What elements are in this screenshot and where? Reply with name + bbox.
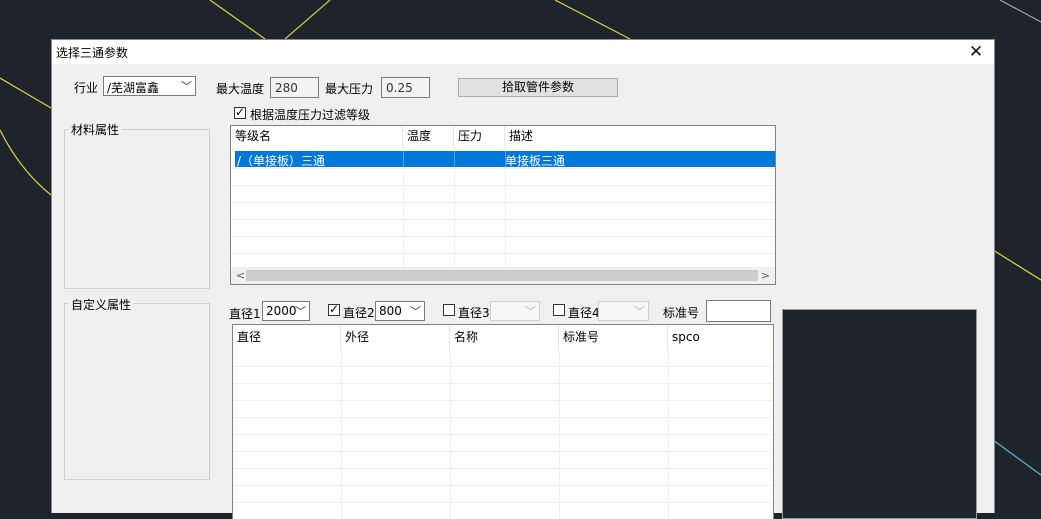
custom-properties-title: 自定义属性	[68, 296, 135, 313]
scroll-right-icon[interactable]: >	[761, 267, 770, 284]
filter-by-temp-pressure-label: 根据温度压力过滤等级	[250, 108, 371, 122]
preview-canvas	[782, 309, 977, 519]
grade-col-temp[interactable]: 温度	[403, 126, 454, 146]
pick-fitting-params-button[interactable]: 拾取管件参数	[458, 78, 618, 97]
diameter4-label: 直径4	[568, 306, 600, 320]
title-bar: 选择三通参数 ✕	[52, 40, 994, 64]
custom-properties-group	[64, 303, 210, 480]
grade-table[interactable]: 等级名 温度 压力 描述 /（单接板）三通 单接板三通 < >	[230, 125, 776, 285]
scroll-thumb[interactable]	[246, 270, 758, 281]
grade-col-name[interactable]: 等级名	[231, 126, 403, 146]
diameter4-select[interactable]: ﹀	[598, 301, 649, 321]
material-properties-group	[64, 129, 210, 289]
part-col-outer-diameter[interactable]: 外径	[341, 325, 450, 351]
standard-number-label: 标准号	[663, 306, 700, 320]
filter-by-temp-pressure-checkbox[interactable]: ✓	[234, 105, 246, 119]
dialog-title: 选择三通参数	[56, 46, 129, 60]
grade-name-cell: /（单接板）三通	[237, 154, 326, 168]
industry-label: 行业	[74, 81, 99, 95]
max-temp-input[interactable]: 280	[270, 77, 319, 98]
max-pressure-label: 最大压力	[325, 82, 374, 96]
industry-value: /芜湖富鑫	[107, 81, 160, 95]
diameter3-checkbox[interactable]	[443, 304, 455, 316]
max-pressure-input[interactable]: 0.25	[381, 77, 430, 98]
check-icon: ✓	[329, 302, 340, 316]
grade-col-pressure[interactable]: 压力	[454, 126, 505, 146]
diameter1-label: 直径1	[229, 307, 261, 321]
diameter3-select[interactable]: ﹀	[490, 301, 540, 321]
check-icon: ✓	[235, 105, 246, 119]
chevron-down-icon: ﹀	[181, 80, 192, 93]
select-tee-params-dialog: 选择三通参数 ✕ 行业 /芜湖富鑫 ﹀ 最大温度 280 最大压力 0.25 拾…	[51, 39, 995, 519]
part-col-spco[interactable]: spco	[668, 325, 773, 351]
part-col-name[interactable]: 名称	[450, 325, 559, 351]
part-table[interactable]: 直径 外径 名称 标准号 spco	[232, 324, 774, 519]
diameter4-checkbox[interactable]	[553, 304, 565, 316]
diameter1-select[interactable]: 2000 ﹀	[262, 301, 310, 321]
part-col-standard[interactable]: 标准号	[559, 325, 668, 351]
chevron-down-icon: ﹀	[634, 305, 645, 318]
max-temp-label: 最大温度	[216, 82, 265, 96]
standard-number-input[interactable]	[706, 300, 771, 322]
scroll-left-icon[interactable]: <	[236, 267, 245, 284]
max-temp-value: 280	[275, 81, 298, 95]
diameter3-label: 直径3	[458, 306, 490, 320]
chevron-down-icon: ﹀	[295, 305, 306, 318]
grade-desc-cell: 单接板三通	[505, 154, 566, 168]
part-col-diameter[interactable]: 直径	[233, 325, 341, 351]
grade-col-desc[interactable]: 描述	[505, 126, 775, 146]
chevron-down-icon: ﹀	[410, 305, 421, 318]
close-icon[interactable]: ✕	[964, 40, 988, 64]
grade-table-hscrollbar[interactable]: < >	[231, 267, 775, 284]
diameter2-value: 800	[379, 304, 402, 318]
diameter2-label: 直径2	[343, 306, 375, 320]
table-row-selected[interactable]: /（单接板）三通 单接板三通	[235, 151, 775, 168]
diameter1-value: 2000	[266, 304, 297, 318]
chevron-down-icon: ﹀	[525, 305, 536, 318]
material-properties-title: 材料属性	[68, 121, 123, 138]
industry-select[interactable]: /芜湖富鑫 ﹀	[103, 76, 196, 96]
diameter2-select[interactable]: 800 ﹀	[375, 301, 425, 321]
diameter2-checkbox[interactable]: ✓	[328, 302, 340, 316]
max-pressure-value: 0.25	[386, 81, 413, 95]
